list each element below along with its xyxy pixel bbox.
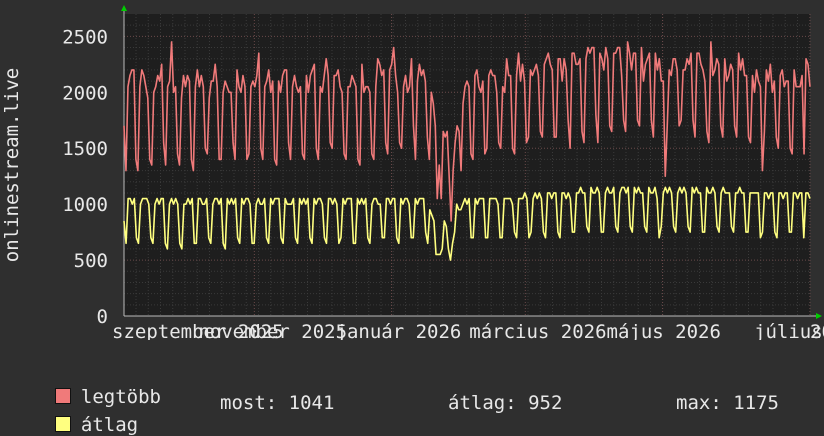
x-axis-arrow bbox=[816, 313, 822, 319]
stat-max: max: 1175 bbox=[676, 392, 779, 414]
x-tick-label: március 2026 bbox=[469, 321, 606, 340]
y-tick-label: 0 bbox=[97, 306, 108, 328]
y-tick-label: 2500 bbox=[62, 26, 108, 48]
y-tick-label: 1500 bbox=[62, 138, 108, 160]
y-tick-label: 500 bbox=[74, 250, 108, 272]
legend-label-average: átlag bbox=[80, 414, 139, 436]
stat-average: átlag: 952 bbox=[448, 392, 563, 414]
x-tick-label: május 2026 bbox=[607, 321, 721, 340]
legend-item-average: átlag bbox=[32, 392, 138, 436]
stat-current: most: 1041 bbox=[220, 392, 335, 414]
x-tick-label: január 2026 bbox=[336, 321, 462, 340]
x-tick-label: 20 bbox=[810, 321, 824, 340]
y-axis-arrow bbox=[121, 5, 127, 11]
y-axis-label: onlinestream.live bbox=[1, 68, 23, 262]
y-tick-label: 1000 bbox=[62, 194, 108, 216]
x-tick-label: november 2025 bbox=[198, 321, 347, 340]
y-tick-label: 2000 bbox=[62, 82, 108, 104]
traffic-chart: 05001000150020002500szeptember 2025novem… bbox=[1, 5, 824, 340]
